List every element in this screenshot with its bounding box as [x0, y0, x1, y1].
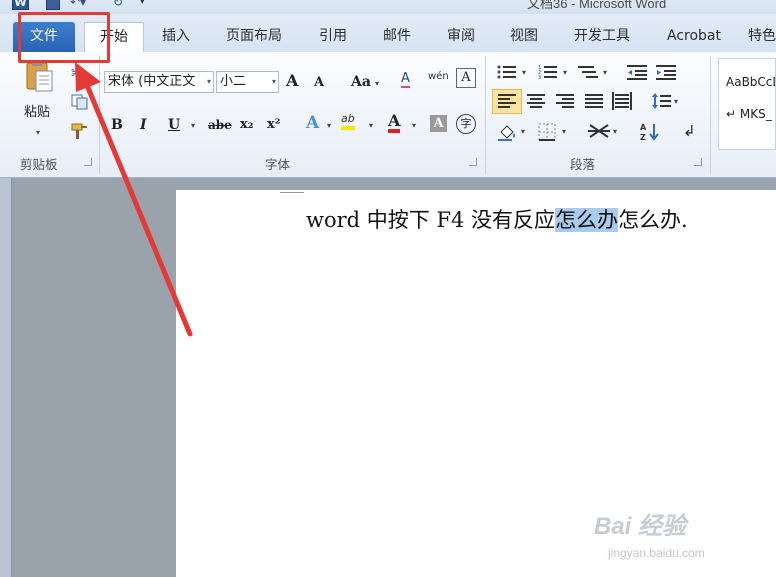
font-launcher-icon[interactable] [469, 158, 477, 166]
copy-icon[interactable] [71, 94, 89, 110]
word-app-icon[interactable]: W [12, 0, 29, 10]
enclose-characters-button[interactable]: 字 [456, 114, 476, 134]
text-before-selection: word 中按下 F4 没有反应 [306, 208, 556, 232]
paste-button[interactable]: 粘贴 [24, 104, 50, 122]
chevron-down-icon: ▾ [206, 77, 211, 86]
strikethrough-button[interactable]: abe [208, 116, 232, 134]
svg-text:3: 3 [538, 75, 541, 80]
chevron-down-icon[interactable]: ▾ [603, 68, 607, 77]
change-case-button[interactable]: Aa [351, 73, 371, 91]
increase-indent-icon[interactable] [656, 64, 676, 80]
left-ruler-strip [0, 178, 12, 577]
paste-icon[interactable] [24, 60, 54, 94]
align-left-icon [498, 94, 516, 108]
separator [485, 56, 486, 174]
superscript-button[interactable]: x² [267, 116, 280, 134]
tab-page-layout[interactable]: 页面布局 [214, 22, 294, 52]
svg-text:A: A [640, 123, 647, 132]
align-right-icon[interactable] [556, 94, 574, 109]
italic-button[interactable]: I [140, 116, 147, 134]
format-painter-icon[interactable] [70, 122, 90, 140]
chevron-down-icon[interactable]: ▾ [521, 127, 525, 136]
clipboard-launcher-icon[interactable] [84, 158, 92, 166]
page-corner-mark [280, 192, 304, 195]
shrink-font-button[interactable]: A [314, 74, 324, 92]
font-size-combo[interactable]: 小二 ▾ [216, 71, 279, 93]
font-name-value: 宋体 (中文正文 [108, 74, 196, 89]
ribbon-tabs: 文件 开始 插入 页面布局 引用 邮件 审阅 视图 开发工具 Acrobat 特… [0, 14, 776, 53]
chevron-down-icon[interactable]: ▾ [522, 68, 526, 77]
undo-icon[interactable]: ↶▾ [70, 0, 92, 10]
styles-gallery[interactable]: AaBbCcD ↵ MKS_ [718, 58, 776, 150]
character-border-button[interactable]: A [456, 68, 476, 88]
title-bar: W ↶▾ ↻ ▾ 文档36 - Microsoft Word [0, 0, 776, 14]
tab-features[interactable]: 特色 [748, 22, 776, 52]
chevron-down-icon[interactable]: ▾ [563, 68, 567, 77]
align-center-icon[interactable] [527, 94, 545, 109]
text-after-selection: 怎么办. [618, 208, 688, 232]
document-text[interactable]: word 中按下 F4 没有反应怎么办怎么办. [306, 204, 688, 234]
customize-toolbar-icon[interactable]: ▾ [140, 0, 152, 10]
tab-developer[interactable]: 开发工具 [563, 22, 641, 52]
text-effects-button[interactable]: A [306, 114, 319, 132]
font-name-combo[interactable]: 宋体 (中文正文 ▾ [104, 71, 214, 93]
borders-icon[interactable] [538, 123, 556, 141]
underline-button[interactable]: U [168, 116, 180, 134]
selected-text[interactable]: 怎么办 [555, 208, 619, 232]
tab-insert[interactable]: 插入 [150, 22, 202, 52]
svg-text:Z: Z [640, 133, 646, 142]
tab-review[interactable]: 审阅 [435, 22, 487, 52]
line-spacing-icon[interactable] [652, 92, 672, 110]
paragraph-group-label: 段落 [570, 157, 596, 172]
subscript-button[interactable]: x₂ [240, 116, 253, 134]
chevron-down-icon: ▾ [271, 77, 276, 86]
chevron-down-icon[interactable]: ▾ [369, 121, 373, 130]
grow-font-button[interactable]: A [286, 72, 298, 90]
ribbon-home: 粘贴 ▾ ✂ 剪贴板 宋体 (中文正文 ▾ 小二 ▾ A A Aa ▾ A wé… [0, 52, 776, 178]
justify-icon[interactable] [585, 94, 603, 109]
font-color-button[interactable]: A [388, 112, 401, 133]
chinese-layout-icon[interactable] [588, 122, 610, 140]
show-formatting-marks-icon[interactable]: ↲ [683, 122, 696, 140]
multilevel-list-icon[interactable] [578, 64, 600, 80]
style-mks-item[interactable]: ↵ MKS_ [726, 107, 772, 121]
tab-view[interactable]: 视图 [498, 22, 550, 52]
watermark-url: jingyan.baidu.com [608, 546, 705, 560]
chevron-down-icon[interactable]: ▾ [674, 97, 678, 106]
watermark-logo: Bai 经验 [594, 513, 687, 540]
tab-mailings[interactable]: 邮件 [371, 22, 423, 52]
chevron-down-icon[interactable]: ▾ [327, 121, 331, 130]
clipboard-group-label: 剪贴板 [20, 157, 58, 172]
paragraph-launcher-icon[interactable] [694, 158, 702, 166]
character-shading-button[interactable]: A [430, 115, 447, 132]
style-normal-sample[interactable]: AaBbCcD [726, 75, 775, 89]
redo-icon[interactable]: ↻ [113, 0, 127, 10]
font-group-label: 字体 [265, 157, 291, 172]
chevron-down-icon[interactable]: ▾ [375, 79, 379, 88]
tab-references[interactable]: 引用 [307, 22, 359, 52]
clear-formatting-button[interactable]: A [401, 71, 410, 88]
sort-icon[interactable]: A Z [640, 122, 660, 142]
window-title: 文档36 - Microsoft Word [527, 0, 667, 11]
paste-dropdown-icon[interactable]: ▾ [36, 128, 40, 137]
shading-icon[interactable] [498, 123, 518, 141]
save-icon[interactable] [46, 0, 60, 10]
chevron-down-icon[interactable]: ▾ [412, 121, 416, 130]
phonetic-guide-button[interactable]: wén [428, 68, 449, 86]
numbering-icon[interactable]: 1 2 3 [538, 64, 558, 80]
chevron-down-icon[interactable]: ▾ [613, 127, 617, 136]
chevron-down-icon[interactable]: ▾ [562, 127, 566, 136]
decrease-indent-icon[interactable] [627, 64, 647, 80]
bold-button[interactable]: B [111, 116, 123, 134]
separator [99, 56, 100, 174]
chevron-down-icon[interactable]: ▾ [191, 121, 195, 130]
distributed-icon[interactable] [612, 92, 632, 110]
cut-icon[interactable]: ✂ [71, 64, 84, 82]
tab-acrobat[interactable]: Acrobat [660, 22, 728, 52]
highlight-button[interactable]: ab [341, 112, 355, 130]
bullets-icon[interactable] [497, 64, 517, 80]
font-size-value: 小二 [220, 74, 247, 89]
annotation-highlight-box [18, 12, 110, 63]
separator [710, 56, 711, 174]
